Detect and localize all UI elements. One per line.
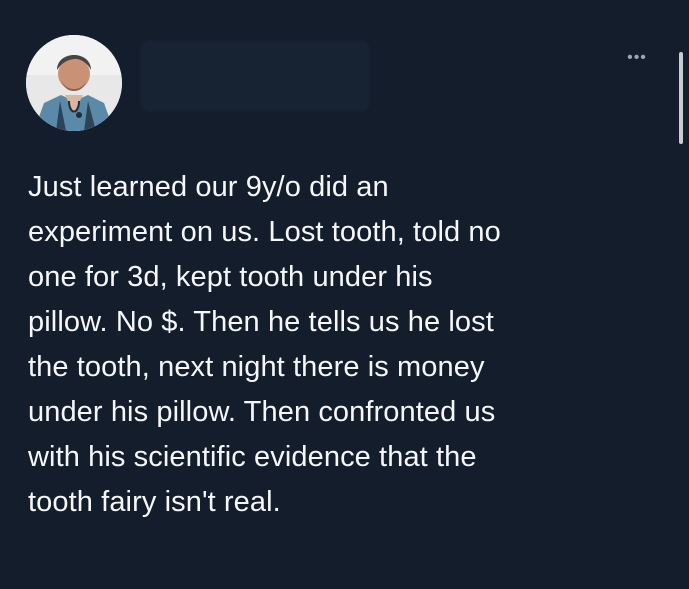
obscured-user-name-area [140,40,370,112]
tweet-card: ••• Just learned our 9y/o did an experim… [0,0,689,589]
scrollbar[interactable] [679,52,683,144]
profile-photo-icon [26,35,122,131]
more-options-icon[interactable]: ••• [622,48,652,68]
tweet-text: Just learned our 9y/o did an experiment … [28,171,501,518]
avatar[interactable] [26,35,122,131]
